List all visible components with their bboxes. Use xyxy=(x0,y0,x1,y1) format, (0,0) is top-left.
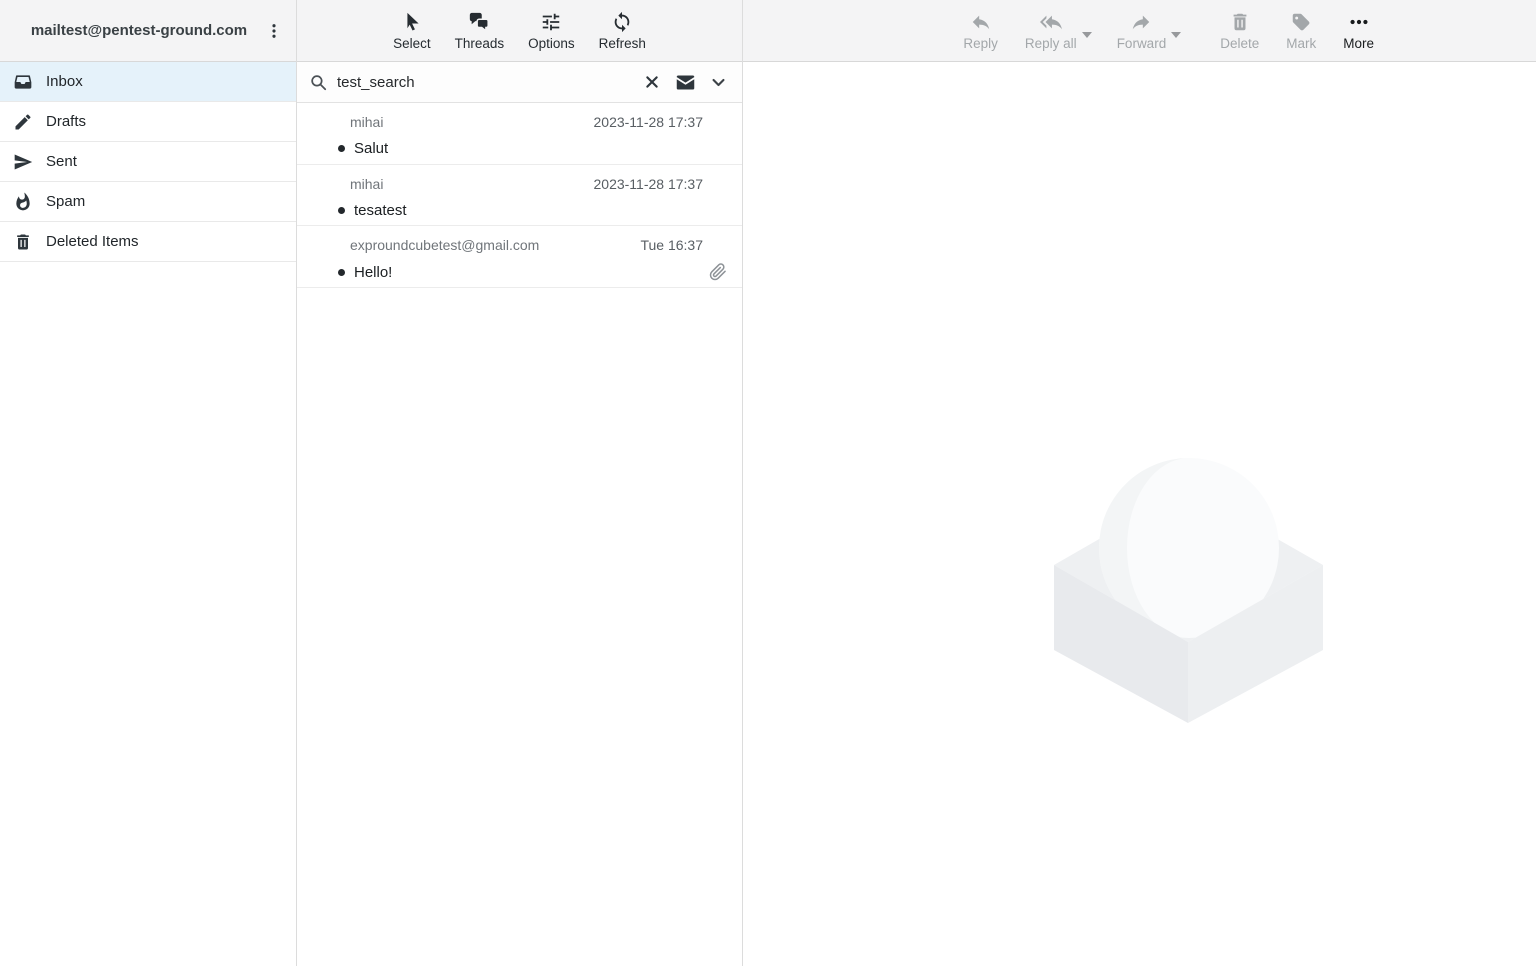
account-header: mailtest@pentest-ground.com xyxy=(0,0,296,62)
clear-icon[interactable] xyxy=(644,74,660,90)
list-toolbar: Select Threads Options Refresh xyxy=(297,0,742,62)
comments-icon xyxy=(468,11,490,33)
sidebar-item-sent[interactable]: Sent xyxy=(0,142,296,182)
sidebar-item-label: Sent xyxy=(46,153,77,170)
message-date: 2023-11-28 17:37 xyxy=(594,114,704,130)
message-sender: exproundcubetest@gmail.com xyxy=(350,237,539,253)
sidebar-item-spam[interactable]: Spam xyxy=(0,182,296,222)
select-button[interactable]: Select xyxy=(393,11,431,51)
delete-button[interactable]: Delete xyxy=(1220,11,1259,51)
threads-button[interactable]: Threads xyxy=(455,11,505,51)
trash-icon xyxy=(13,232,33,252)
pointer-icon xyxy=(401,11,423,33)
sidebar-item-label: Drafts xyxy=(46,113,86,130)
roundcube-logo-watermark xyxy=(1054,458,1324,724)
dropdown-caret-icon[interactable] xyxy=(1171,32,1181,38)
message-subject: Salut xyxy=(354,140,388,157)
message-date: 2023-11-28 17:37 xyxy=(594,176,704,192)
sidebar-item-label: Inbox xyxy=(46,73,83,90)
message-list: mihai 2023-11-28 17:37 Salut mihai 2023-… xyxy=(297,103,742,966)
message-subject: tesatest xyxy=(354,202,407,219)
trash-icon xyxy=(1229,11,1251,33)
ellipsis-icon xyxy=(1348,11,1370,33)
message-sender: mihai xyxy=(350,114,383,130)
message-subject: Hello! xyxy=(354,264,392,281)
roundcube-webmail: mailtest@pentest-ground.com Inbox Drafts… xyxy=(0,0,1536,966)
message-sender: mihai xyxy=(350,176,383,192)
sidebar-item-label: Deleted Items xyxy=(46,233,139,250)
reply-icon xyxy=(970,11,992,33)
account-email: mailtest@pentest-ground.com xyxy=(18,22,260,39)
message-row[interactable]: mihai 2023-11-28 17:37 Salut xyxy=(297,103,742,165)
sidebar-item-label: Spam xyxy=(46,193,85,210)
more-button[interactable]: More xyxy=(1343,11,1374,51)
message-pane: Reply Reply all Forward Delete Mark xyxy=(743,0,1536,966)
mark-button[interactable]: Mark xyxy=(1286,11,1316,51)
message-toolbar: Reply Reply all Forward Delete Mark xyxy=(743,0,1536,62)
fire-icon xyxy=(13,192,33,212)
dropdown-caret-icon[interactable] xyxy=(1082,32,1092,38)
inbox-icon xyxy=(13,72,33,92)
reply-all-icon xyxy=(1040,11,1062,33)
sliders-icon xyxy=(540,11,562,33)
folders-sidebar: mailtest@pentest-ground.com Inbox Drafts… xyxy=(0,0,297,966)
forward-button[interactable]: Forward xyxy=(1117,11,1167,51)
message-date: Tue 16:37 xyxy=(640,237,703,253)
unread-indicator xyxy=(338,207,345,214)
tag-icon xyxy=(1290,11,1312,33)
message-row[interactable]: mihai 2023-11-28 17:37 tesatest xyxy=(297,165,742,227)
unread-indicator xyxy=(338,269,345,276)
sidebar-item-drafts[interactable]: Drafts xyxy=(0,102,296,142)
refresh-icon xyxy=(611,11,633,33)
reply-button[interactable]: Reply xyxy=(963,11,998,51)
forward-icon xyxy=(1130,11,1152,33)
message-row[interactable]: exproundcubetest@gmail.com Tue 16:37 Hel… xyxy=(297,226,742,288)
paperclip-icon xyxy=(709,263,727,281)
reply-all-button[interactable]: Reply all xyxy=(1025,11,1077,51)
chevron-down-icon[interactable] xyxy=(710,74,727,91)
sidebar-item-inbox[interactable]: Inbox xyxy=(0,62,296,102)
refresh-button[interactable]: Refresh xyxy=(599,11,646,51)
unread-indicator xyxy=(338,145,345,152)
search-icon xyxy=(309,73,328,92)
envelope-icon[interactable] xyxy=(675,72,696,93)
search-input[interactable] xyxy=(337,74,636,91)
search-bar xyxy=(297,62,742,103)
options-button[interactable]: Options xyxy=(528,11,575,51)
pencil-icon xyxy=(13,112,33,132)
sidebar-item-deleted-items[interactable]: Deleted Items xyxy=(0,222,296,262)
message-list-column: Select Threads Options Refresh xyxy=(297,0,743,966)
kebab-menu-icon[interactable] xyxy=(260,16,288,46)
message-view-empty xyxy=(743,62,1536,966)
send-icon xyxy=(13,152,33,172)
